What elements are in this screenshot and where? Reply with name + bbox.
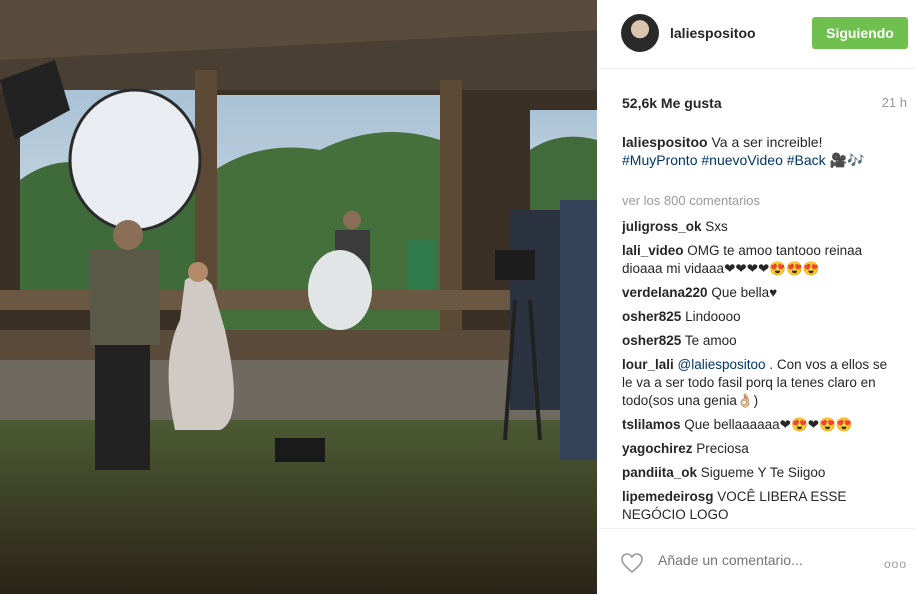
following-button[interactable]: Siguiendo — [812, 17, 908, 49]
comment-item: lour_lali @laliespositoo . Con vos a ell… — [622, 356, 892, 410]
comment-item: verdelana220 Que bella♥ — [622, 284, 892, 302]
comment-username[interactable]: lour_lali — [622, 357, 674, 372]
comment-item: tslilamos Que bellaaaaaa❤😍❤😍😍 — [622, 416, 892, 434]
comment-item: pandiita_ok Sigueme Y Te Siigoo — [622, 464, 892, 482]
comment-item: osher825 Lindoooo — [622, 308, 892, 326]
caption: laliespositoo Va a ser increible! #MuyPr… — [622, 133, 892, 169]
post-time[interactable]: 21 h — [882, 95, 907, 110]
comment-text: Sigueme Y Te Siigoo — [700, 465, 826, 480]
hashtag-nuevovideo[interactable]: #nuevoVideo — [701, 152, 782, 168]
heart-icon[interactable] — [620, 552, 644, 574]
comment-item: lipemedeirosg VOCÊ LIBERA ESSE NEGÓCIO L… — [622, 488, 892, 524]
comment-mention[interactable]: @laliespositoo — [678, 357, 766, 372]
comment-text: Preciosa — [696, 441, 749, 456]
comment-text: Que bellaaaaaa❤😍❤😍😍 — [684, 417, 853, 432]
caption-username[interactable]: laliespositoo — [622, 134, 708, 150]
comment-item: juligross_ok Sxs — [622, 218, 892, 236]
comment-text: Lindoooo — [685, 309, 741, 324]
add-comment-bar: ooo — [598, 528, 915, 595]
comment-username[interactable]: osher825 — [622, 333, 681, 348]
comment-username[interactable]: yagochirez — [622, 441, 693, 456]
hashtag-muypronto[interactable]: #MuyPronto — [622, 152, 697, 168]
username-link[interactable]: laliespositoo — [670, 25, 756, 41]
more-options-icon[interactable]: ooo — [884, 557, 907, 571]
comment-item: lali_video OMG te amoo tantooo reinaa di… — [622, 242, 892, 278]
comment-username[interactable]: verdelana220 — [622, 285, 708, 300]
avatar[interactable] — [621, 14, 659, 52]
likes-count[interactable]: 52,6k Me gusta — [622, 95, 722, 111]
comment-username[interactable]: pandiita_ok — [622, 465, 697, 480]
comments-list: juligross_ok Sxs lali_video OMG te amoo … — [622, 218, 892, 530]
add-comment-input[interactable] — [656, 551, 841, 569]
comment-username[interactable]: juligross_ok — [622, 219, 702, 234]
comment-text: Te amoo — [684, 333, 737, 348]
comment-text: Sxs — [705, 219, 728, 234]
comment-username[interactable]: lali_video — [622, 243, 684, 258]
caption-emoji: 🎥🎶 — [829, 152, 865, 168]
caption-text: Va a ser increible! — [711, 134, 823, 150]
comment-username[interactable]: osher825 — [622, 309, 681, 324]
post-sidebar: laliespositoo Siguiendo 52,6k Me gusta 2… — [598, 0, 915, 594]
post-photo — [0, 0, 597, 594]
comment-username[interactable]: tslilamos — [622, 417, 681, 432]
comment-item: yagochirez Preciosa — [622, 440, 892, 458]
view-more-comments[interactable]: ver los 800 comentarios — [622, 193, 760, 208]
comment-item: osher825 Te amoo — [622, 332, 892, 350]
comment-text: Que bella♥ — [711, 285, 778, 300]
hashtag-back[interactable]: #Back — [787, 152, 826, 168]
post-header: laliespositoo Siguiendo — [598, 0, 915, 69]
comment-username[interactable]: lipemedeirosg — [622, 489, 714, 504]
